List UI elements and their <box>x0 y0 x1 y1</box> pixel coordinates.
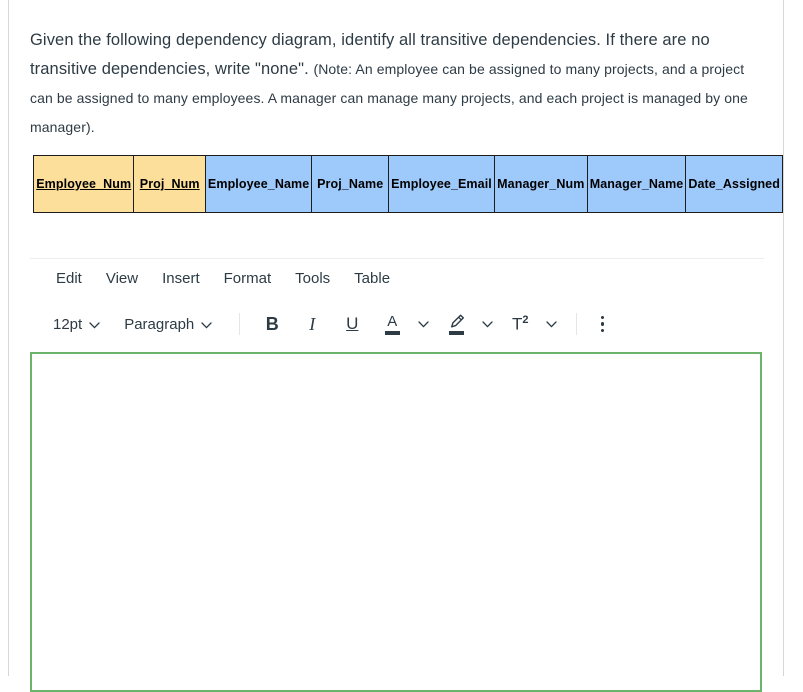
highlighter-pen-icon <box>448 314 465 335</box>
column-label: Manager_Name <box>590 177 684 191</box>
bold-icon: B <box>266 314 279 335</box>
superscript-letter: T <box>512 314 522 333</box>
dependency-diagram-table: Employee_Num Proj_Num Employee_Name Proj… <box>33 155 783 213</box>
text-color-letter: A <box>387 314 397 329</box>
kebab-dot <box>601 316 605 320</box>
column-label: Employee_Email <box>391 177 492 191</box>
italic-icon: I <box>309 314 315 335</box>
menu-item-edit[interactable]: Edit <box>44 267 94 290</box>
superscript-dropdown[interactable] <box>540 309 562 339</box>
table-cell-date-assigned: Date_Assigned <box>686 156 783 213</box>
chevron-down-icon <box>89 316 100 333</box>
bold-button[interactable]: B <box>256 309 288 339</box>
italic-button[interactable]: I <box>296 309 328 339</box>
editor-toolbar: 12pt Paragraph B <box>44 306 615 342</box>
chevron-down-icon <box>201 316 212 333</box>
kebab-dot <box>601 322 605 326</box>
menu-item-tools[interactable]: Tools <box>283 267 342 290</box>
menu-item-view[interactable]: View <box>94 267 150 290</box>
toolbar-divider <box>576 313 577 335</box>
text-color-swatch <box>385 331 400 335</box>
menu-item-insert[interactable]: Insert <box>150 267 212 290</box>
column-label: Date_Assigned <box>688 177 780 191</box>
editor-menubar: Edit View Insert Format Tools Table <box>44 267 402 290</box>
menu-item-table[interactable]: Table <box>342 267 402 290</box>
block-format-value: Paragraph <box>124 316 194 333</box>
table-cell-employee-email: Employee_Email <box>389 156 495 213</box>
table-cell-employee-name: Employee_Name <box>205 156 311 213</box>
question-prompt: Given the following dependency diagram, … <box>30 26 765 142</box>
column-label: Proj_Name <box>317 177 383 191</box>
kebab-dot <box>601 329 605 333</box>
table-cell-employee-num: Employee_Num <box>34 156 134 213</box>
superscript-button[interactable]: T2 <box>504 309 536 339</box>
font-size-value: 12pt <box>53 316 82 333</box>
editor-top-separator <box>30 258 764 259</box>
chevron-down-icon <box>482 315 493 333</box>
underline-icon: U <box>346 314 358 334</box>
table-cell-manager-num: Manager_Num <box>494 156 587 213</box>
column-label: Employee_Num <box>36 177 131 191</box>
toolbar-divider <box>239 313 240 335</box>
highlight-color-dropdown[interactable] <box>476 309 498 339</box>
text-color-dropdown[interactable] <box>412 309 434 339</box>
answer-text-area[interactable] <box>30 352 762 692</box>
highlight-color-swatch <box>449 331 464 335</box>
superscript-icon: T2 <box>512 314 529 335</box>
table-cell-proj-num: Proj_Num <box>134 156 205 213</box>
table-row: Employee_Num Proj_Num Employee_Name Proj… <box>34 156 783 213</box>
text-color-icon: A <box>385 314 400 335</box>
chevron-down-icon <box>546 315 557 333</box>
highlight-color-button[interactable] <box>440 309 472 339</box>
text-color-button[interactable]: A <box>376 309 408 339</box>
quiz-question-content: Given the following dependency diagram, … <box>9 0 783 676</box>
chevron-down-icon <box>418 315 429 333</box>
more-options-icon[interactable] <box>589 309 615 339</box>
table-cell-manager-name: Manager_Name <box>587 156 686 213</box>
menu-item-format[interactable]: Format <box>212 267 284 290</box>
font-size-select[interactable]: 12pt <box>44 311 109 338</box>
underline-button[interactable]: U <box>336 309 368 339</box>
column-label: Manager_Num <box>497 177 584 191</box>
column-label: Proj_Num <box>140 177 200 191</box>
block-format-select[interactable]: Paragraph <box>115 311 221 338</box>
superscript-exponent: 2 <box>522 314 528 326</box>
table-cell-proj-name: Proj_Name <box>312 156 389 213</box>
column-label: Employee_Name <box>208 177 309 191</box>
page-right-rule <box>783 0 784 676</box>
